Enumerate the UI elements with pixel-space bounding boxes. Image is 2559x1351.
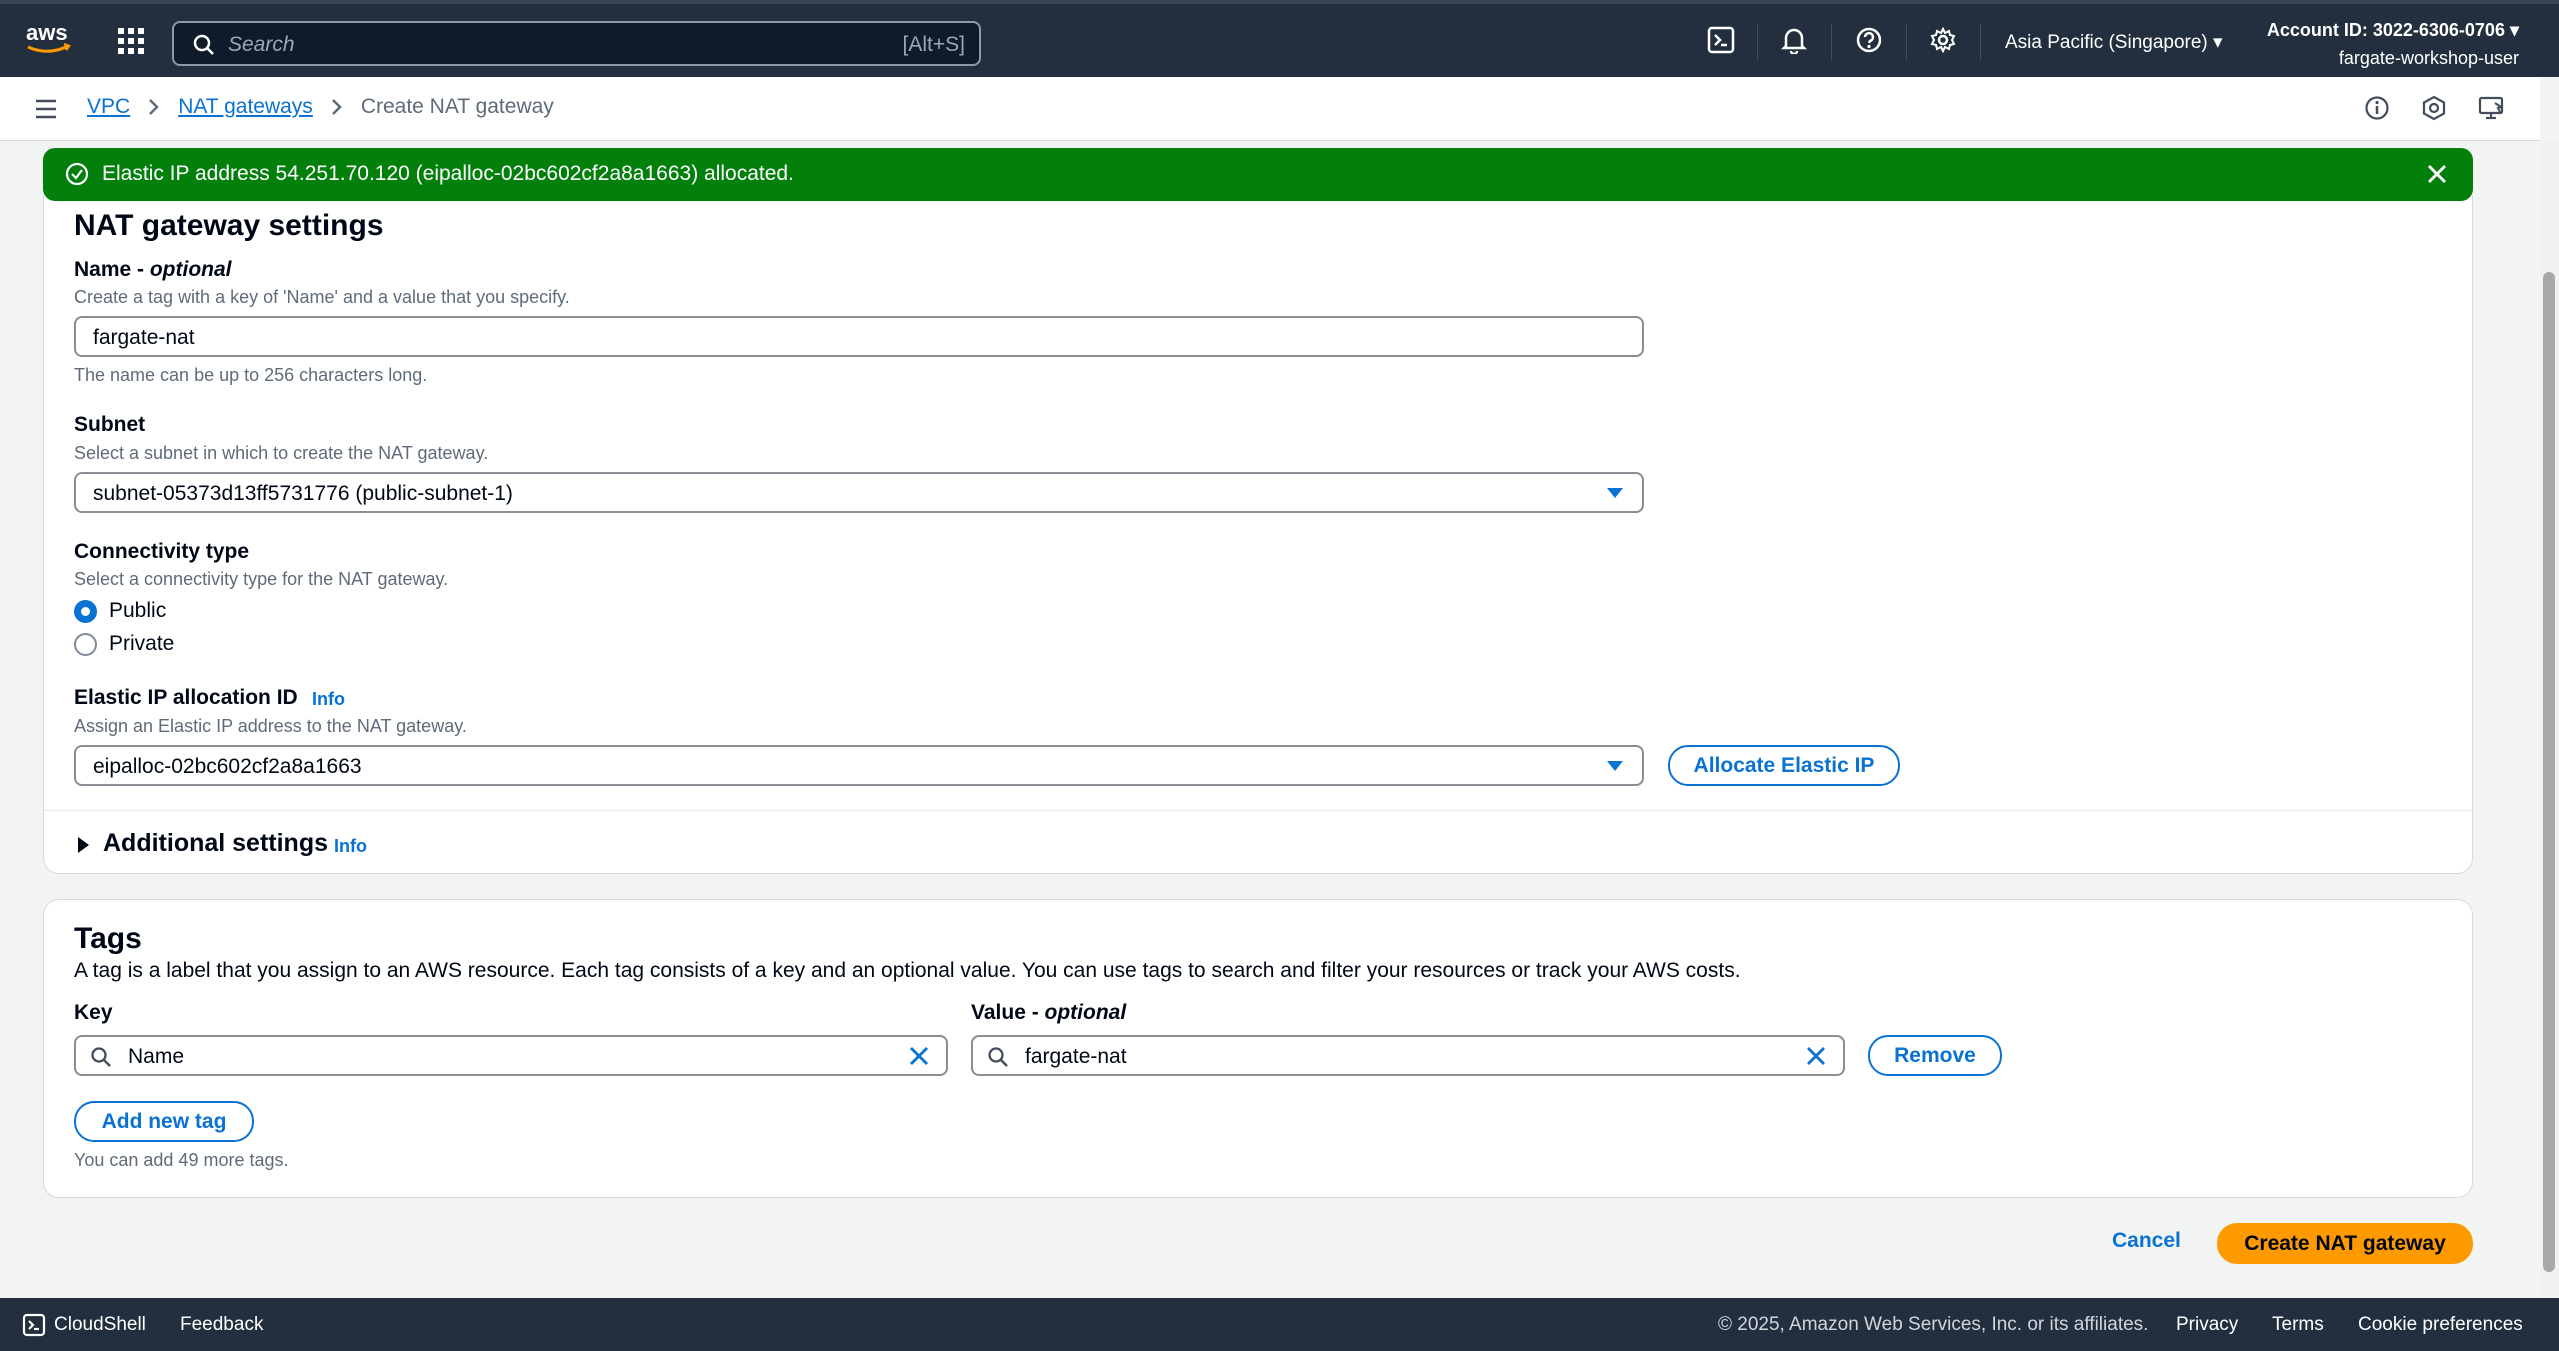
feedback-link[interactable]: Feedback	[180, 1314, 263, 1336]
name-label: Name - optional	[74, 258, 232, 281]
logo-text: aws	[26, 20, 68, 45]
copyright-text: © 2025, Amazon Web Services, Inc. or its…	[1718, 1314, 2149, 1335]
success-flashbar: Elastic IP address 54.251.70.120 (eipall…	[43, 148, 2473, 201]
breadcrumb-nat-gateways[interactable]: NAT gateways	[178, 95, 313, 119]
info-panel-icon[interactable]	[2364, 95, 2390, 121]
name-input-value: fargate-nat	[93, 326, 195, 349]
bell-icon[interactable]	[1780, 26, 1808, 54]
allocate-elastic-ip-button[interactable]: Allocate Elastic IP	[1668, 745, 1900, 786]
subnet-description: Select a subnet in which to create the N…	[74, 443, 489, 463]
tag-value-input[interactable]: fargate-nat	[971, 1035, 1845, 1076]
cloudshell-link[interactable]: CloudShell	[22, 1313, 146, 1337]
footer: CloudShell Feedback © 2025, Amazon Web S…	[0, 1298, 2559, 1351]
add-new-tag-button[interactable]: Add new tag	[74, 1101, 254, 1142]
name-constraint: The name can be up to 256 characters lon…	[74, 365, 428, 385]
tags-card: Tags A tag is a label that you assign to…	[43, 899, 2473, 1198]
region-selector[interactable]: Asia Pacific (Singapore) ▾	[2005, 31, 2223, 54]
display-settings-icon[interactable]	[2478, 95, 2506, 121]
additional-settings-info-link[interactable]: Info	[334, 836, 367, 857]
nat-gateway-settings-card: NAT gateway settings Name - optional Cre…	[43, 195, 2473, 874]
tags-title: Tags	[74, 922, 142, 955]
name-description: Create a tag with a key of 'Name' and a …	[74, 287, 570, 307]
scrollbar-thumb[interactable]	[2543, 272, 2555, 1272]
search-input[interactable]: Search [Alt+S]	[172, 21, 981, 66]
gear-icon[interactable]	[1929, 26, 1957, 54]
terms-link[interactable]: Terms	[2272, 1314, 2324, 1336]
flash-message: Elastic IP address 54.251.70.120 (eipall…	[102, 162, 794, 185]
cancel-button[interactable]: Cancel	[2112, 1229, 2181, 1253]
search-shortcut: [Alt+S]	[902, 33, 965, 56]
search-icon	[90, 1046, 112, 1068]
breadcrumb-current: Create NAT gateway	[360, 95, 554, 118]
connectivity-label: Connectivity type	[74, 540, 250, 563]
radio-private[interactable]	[74, 633, 97, 656]
tags-remaining: You can add 49 more tags.	[74, 1150, 289, 1170]
cloudshell-label: CloudShell	[54, 1314, 146, 1335]
cloudshell-icon	[22, 1313, 46, 1337]
tag-key-value: Name	[128, 1045, 185, 1068]
help-icon[interactable]	[1855, 26, 1883, 54]
breadcrumb-vpc[interactable]: VPC	[87, 95, 130, 119]
subnet-label: Subnet	[74, 413, 146, 436]
caret-down-icon	[1606, 487, 1624, 499]
cloudshell-icon[interactable]	[1707, 26, 1735, 54]
success-check-icon	[65, 162, 89, 186]
settings-title: NAT gateway settings	[74, 209, 384, 242]
search-icon	[987, 1046, 1009, 1068]
radio-public-label[interactable]: Public	[109, 599, 166, 623]
divider	[44, 810, 2472, 811]
additional-settings-toggle[interactable]: Additional settings	[103, 829, 328, 858]
account-menu[interactable]: Account ID: 3022-6306-0706 ▾ fargate-wor…	[2267, 16, 2519, 72]
subnet-select[interactable]: subnet-05373d13ff5731776 (public-subnet-…	[74, 472, 1644, 513]
eip-select[interactable]: eipalloc-02bc602cf2a8a1663	[74, 745, 1644, 786]
eip-info-link[interactable]: Info	[312, 689, 345, 710]
radio-private-label[interactable]: Private	[109, 632, 174, 656]
tags-description: A tag is a label that you assign to an A…	[74, 959, 1741, 982]
close-icon[interactable]	[2425, 162, 2449, 186]
radio-public[interactable]	[74, 600, 97, 623]
eip-select-value: eipalloc-02bc602cf2a8a1663	[93, 755, 362, 778]
eip-description: Assign an Elastic IP address to the NAT …	[74, 716, 467, 736]
search-icon	[192, 33, 216, 57]
search-placeholder: Search	[228, 33, 295, 56]
connectivity-description: Select a connectivity type for the NAT g…	[74, 569, 449, 589]
caret-right-icon[interactable]	[76, 836, 90, 854]
account-id: Account ID: 3022-6306-0706 ▾	[2266, 20, 2519, 40]
clear-icon[interactable]	[1805, 1045, 1827, 1067]
subnet-select-value: subnet-05373d13ff5731776 (public-subnet-…	[93, 482, 513, 505]
caret-down-icon	[1606, 760, 1624, 772]
top-navigation: aws Search [Alt+S] Asia Pacific (Singapo…	[0, 0, 2559, 77]
hamburger-menu-icon[interactable]	[34, 98, 58, 120]
account-user: fargate-workshop-user	[2338, 48, 2519, 68]
hexagon-settings-icon[interactable]	[2421, 95, 2447, 121]
eip-label: Elastic IP allocation ID	[74, 686, 298, 709]
chevron-right-icon	[331, 98, 343, 116]
tag-value-label: Value - optional	[971, 1001, 1127, 1024]
chevron-right-icon	[148, 98, 160, 116]
clear-icon[interactable]	[908, 1045, 930, 1067]
name-input[interactable]: fargate-nat	[74, 316, 1644, 357]
tag-value-value: fargate-nat	[1025, 1045, 1127, 1068]
breadcrumb-bar: VPC NAT gateways Create NAT gateway	[0, 77, 2540, 141]
privacy-link[interactable]: Privacy	[2176, 1314, 2238, 1336]
tag-key-input[interactable]: Name	[74, 1035, 948, 1076]
services-grid-icon[interactable]	[118, 28, 144, 54]
tag-key-label: Key	[74, 1001, 113, 1024]
cookie-preferences-link[interactable]: Cookie preferences	[2358, 1314, 2523, 1336]
aws-logo[interactable]: aws	[24, 20, 74, 56]
create-nat-gateway-button[interactable]: Create NAT gateway	[2217, 1223, 2473, 1264]
remove-tag-button[interactable]: Remove	[1868, 1035, 2002, 1076]
breadcrumb: VPC NAT gateways Create NAT gateway	[87, 95, 554, 119]
